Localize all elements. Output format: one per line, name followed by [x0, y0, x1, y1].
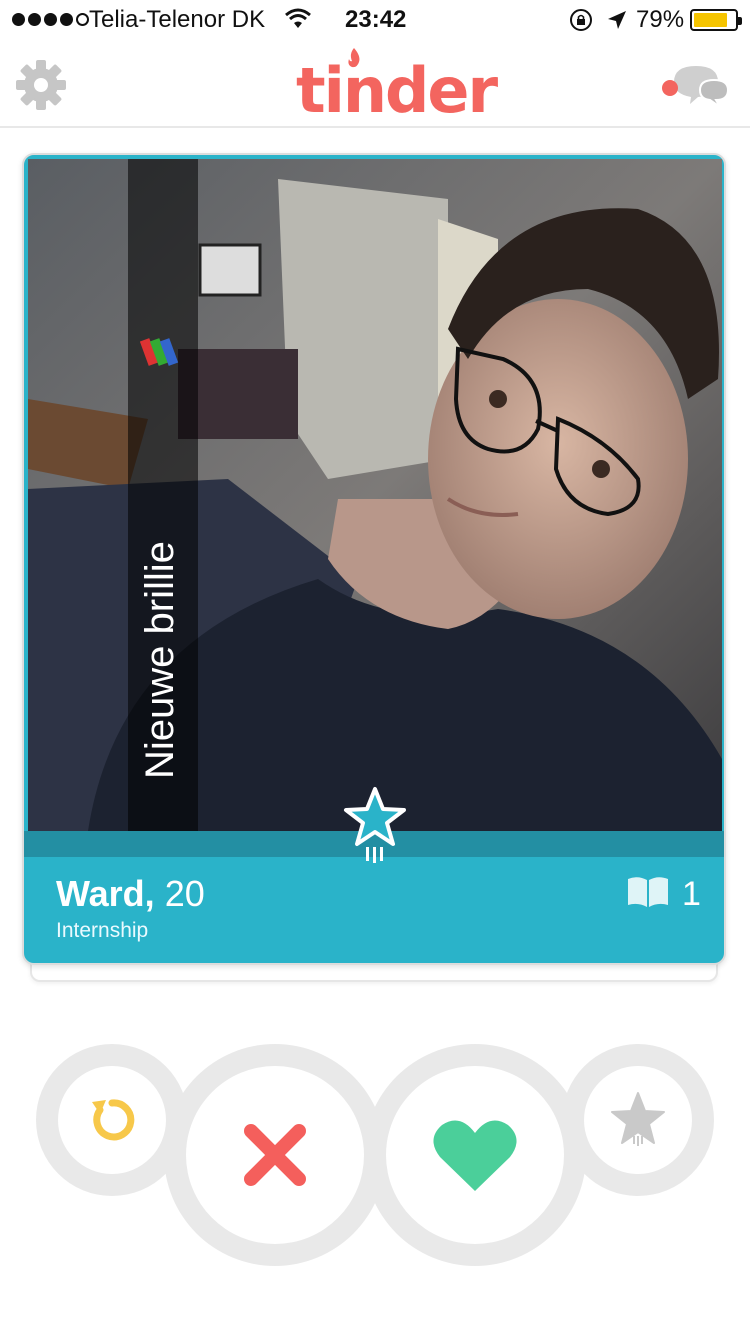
star-icon [611, 1092, 665, 1146]
book-icon [628, 877, 668, 907]
tinder-logo: tinder [296, 46, 498, 127]
logo-text: tinder [296, 54, 498, 127]
photo-caption: Nieuwe brillie [138, 541, 182, 779]
like-button-face [386, 1066, 564, 1244]
name-age: Ward, 20 [56, 873, 205, 915]
rewind-icon [92, 1099, 135, 1141]
common-interests-count: 1 [682, 875, 701, 913]
nope-button[interactable] [164, 1044, 386, 1266]
battery-icon [690, 9, 742, 31]
profile-photo: Nieuwe brillie [28, 159, 722, 831]
status-bar: Telia-Telenor DK 23:42 79% [0, 0, 750, 40]
profile-card[interactable]: Nieuwe brillie Ward, 20 Internship 1 [22, 153, 726, 965]
clock: 23:42 [345, 6, 407, 33]
heart-icon [433, 1120, 517, 1191]
carrier-name: Telia-Telenor DK [89, 6, 266, 33]
battery-percent: 79% [636, 6, 685, 33]
profile-job: Internship [56, 919, 149, 942]
profile-info[interactable]: Ward, 20 Internship 1 [24, 857, 724, 963]
profile-age: 20 [164, 873, 205, 914]
rotation-lock-icon [570, 9, 592, 31]
flame-icon [348, 48, 360, 68]
books-emoji-icon [140, 338, 179, 366]
superlike-star-icon [344, 787, 406, 863]
location-arrow-icon [608, 11, 626, 29]
wifi-icon [285, 8, 311, 28]
superlike-button-face [584, 1066, 692, 1174]
chat-bubbles-icon[interactable] [660, 60, 730, 112]
profile-name: Ward, [56, 873, 155, 914]
superlike-button[interactable] [562, 1044, 714, 1196]
rewind-button-face [58, 1066, 166, 1174]
nope-button-face [186, 1066, 364, 1244]
x-icon [244, 1124, 306, 1186]
top-nav: tinder [0, 40, 750, 128]
gear-icon[interactable] [14, 58, 68, 112]
signal-strength-icon [12, 13, 89, 26]
like-button[interactable] [364, 1044, 586, 1266]
